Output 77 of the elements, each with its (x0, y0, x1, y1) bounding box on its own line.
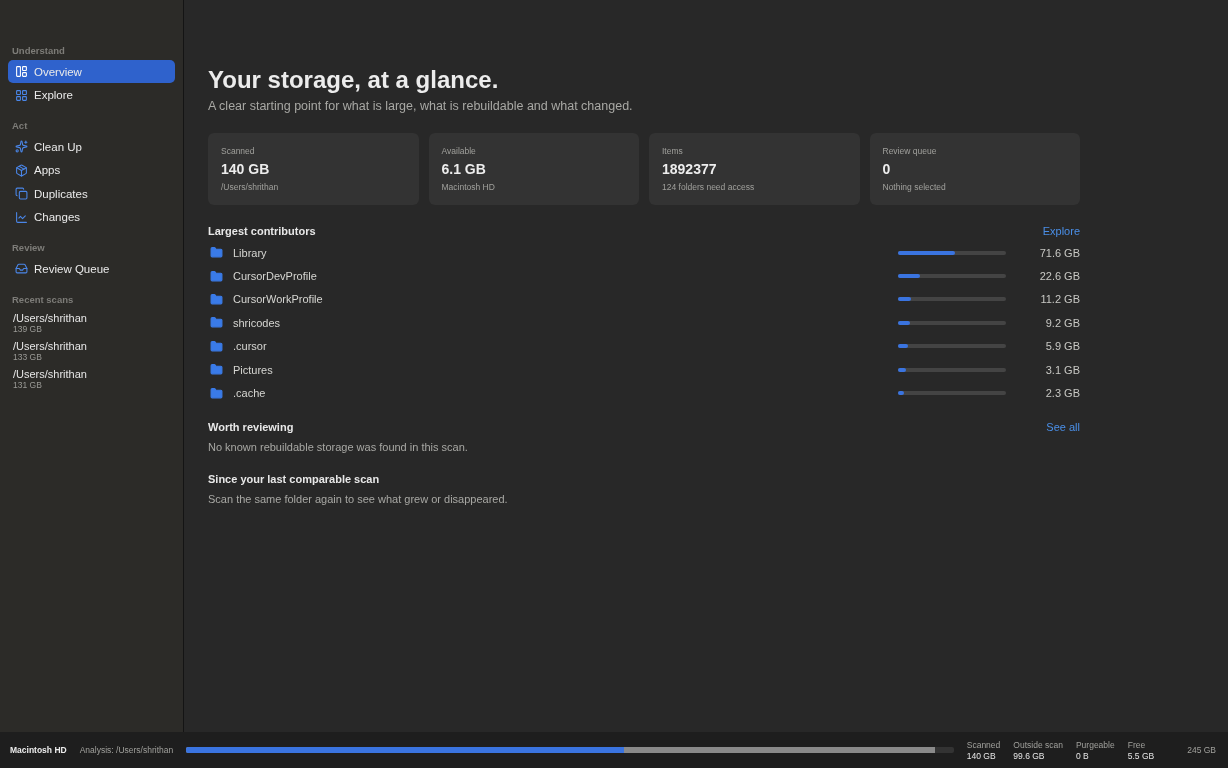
folder-icon (210, 246, 223, 260)
folder-icon (210, 363, 223, 377)
recent-scan-size: 131 GB (13, 379, 43, 390)
status-value: 5.5 GB (1127, 750, 1155, 761)
recent-scan-path[interactable]: /Users/shrithan (13, 311, 170, 324)
folder-name[interactable]: .cache (233, 387, 898, 400)
folder-name[interactable]: .cursor (233, 340, 898, 353)
folder-size: 3.1 GB (1044, 363, 1080, 376)
stat-label: Scanned (221, 146, 256, 156)
empty-message: No known rebuildable storage was found in this scan. (208, 440, 469, 453)
sidebar-item[interactable]: Apps (8, 158, 175, 182)
folder-size: 9.2 GB (1044, 316, 1080, 329)
status-label: Scanned (966, 739, 1001, 750)
stat-value: 140 GB (221, 161, 271, 177)
stat-detail: Macintosh HD (441, 182, 496, 192)
sidebar-item[interactable]: Changes (8, 205, 175, 229)
stat-label: Items (662, 146, 684, 156)
empty-message: Scan the same folder again to see what grew or disappeared. (208, 492, 509, 505)
status-value: 99.6 GB (1013, 750, 1046, 761)
sidebar-item[interactable]: Clean Up (8, 135, 175, 158)
sidebar-item[interactable]: Duplicates (8, 182, 175, 205)
stat-detail: 124 folders need access (662, 182, 756, 192)
explore-link[interactable]: Explore (1042, 225, 1080, 237)
sparkles-icon (15, 140, 28, 153)
recent-scan-path[interactable]: /Users/shrithan (13, 339, 170, 352)
section-title: Understand (11, 44, 66, 58)
folder-size: 2.3 GB (1044, 387, 1080, 400)
volume-name: Macintosh HD (10, 745, 67, 755)
copy-icon (15, 187, 28, 200)
folder-size: 22.6 GB (1038, 270, 1080, 283)
stat-label: Review queue (882, 146, 938, 156)
total-size: 245 GB (1187, 745, 1216, 755)
page-title: Your storage, at a glance. (208, 66, 500, 94)
status-value: 140 GB (966, 750, 997, 761)
chart-icon (15, 210, 28, 224)
analysis-path: Analysis: /Users/shrithan (79, 745, 174, 755)
section-heading: Worth reviewing (208, 420, 294, 433)
sidebar-item[interactable]: Overview (8, 60, 175, 83)
section-title: Recent scans (11, 292, 75, 307)
section-heading: Since your last comparable scan (208, 472, 380, 485)
box-icon (15, 163, 28, 177)
page-subtitle: A clear starting point for what is large, what is rebuildable and what changed. (208, 99, 634, 113)
folder-name[interactable]: Pictures (233, 363, 898, 376)
status-label: Free (1127, 739, 1147, 750)
folder-size: 11.2 GB (1039, 293, 1080, 306)
grid-icon (15, 88, 28, 102)
folder-icon (210, 386, 223, 400)
status-value: 0 B (1075, 750, 1090, 761)
folder-icon (210, 316, 223, 330)
stat-label: Available (441, 146, 477, 156)
panels-icon (15, 65, 28, 78)
folder-name[interactable]: CursorDevProfile (233, 270, 898, 283)
stat-detail: /Users/shrithan (221, 182, 280, 192)
status-label: Purgeable (1075, 739, 1115, 750)
status-label: Outside scan (1013, 739, 1063, 750)
folder-name[interactable]: CursorWorkProfile (233, 293, 898, 306)
sidebar-item[interactable]: Review Queue (8, 257, 175, 280)
section-title: Act (11, 119, 29, 133)
folder-size: 71.6 GB (1038, 246, 1080, 259)
folder-icon (210, 339, 223, 353)
folder-name[interactable]: shricodes (233, 316, 898, 329)
folder-name[interactable]: Library (233, 246, 898, 259)
section-title: Review (11, 241, 46, 255)
recent-scan-path[interactable]: /Users/shrithan (13, 367, 170, 380)
stat-value: 0 (882, 161, 892, 177)
recent-scan-size: 139 GB (13, 323, 43, 334)
see-all-link[interactable]: See all (1046, 420, 1080, 433)
folder-size: 5.9 GB (1044, 340, 1080, 353)
inbox-icon (15, 262, 28, 275)
sidebar-item[interactable]: Explore (8, 83, 175, 107)
folder-icon (210, 269, 223, 283)
stat-value: 6.1 GB (441, 161, 487, 177)
recent-scan-size: 133 GB (13, 351, 43, 362)
stat-detail: Nothing selected (882, 182, 947, 192)
folder-icon (210, 292, 223, 306)
section-heading: Largest contributors (208, 225, 316, 237)
stat-value: 1892377 (662, 161, 718, 177)
